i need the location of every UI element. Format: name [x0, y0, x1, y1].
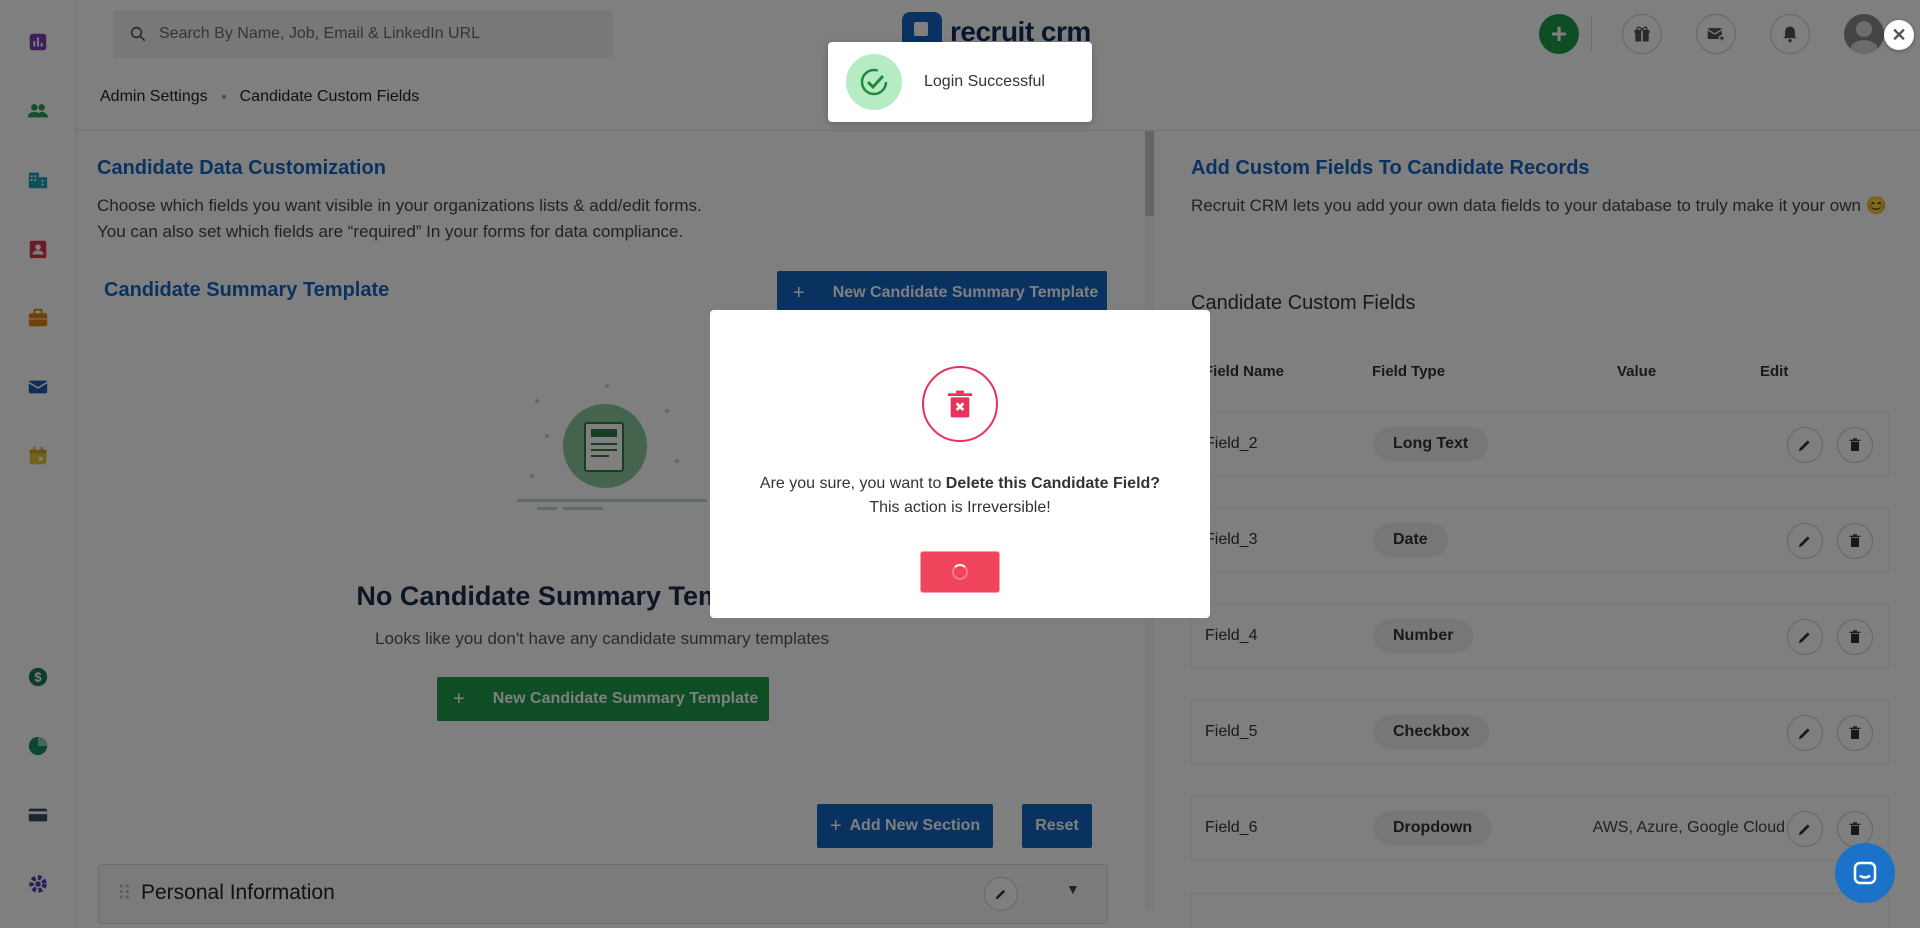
modal-text-prefix: Are you sure, you want to	[759, 475, 946, 492]
delete-confirmation-modal: Are you sure, you want to Delete this Ca…	[710, 310, 1210, 618]
delete-icon	[922, 366, 998, 442]
modal-message: Are you sure, you want to Delete this Ca…	[710, 472, 1210, 520]
loading-spinner-icon	[952, 564, 968, 580]
toast-message: Login Successful	[924, 73, 1045, 90]
close-icon[interactable]: ✕	[1884, 20, 1914, 50]
confirm-delete-button[interactable]	[920, 551, 1000, 593]
modal-text-warning: This action is Irreversible!	[869, 499, 1051, 516]
modal-text-bold: Delete this Candidate Field?	[945, 475, 1161, 492]
success-check-icon	[846, 54, 902, 110]
toast-notification: Login Successful	[828, 42, 1092, 122]
chat-support-button[interactable]	[1835, 843, 1895, 903]
chat-icon	[1853, 861, 1877, 885]
